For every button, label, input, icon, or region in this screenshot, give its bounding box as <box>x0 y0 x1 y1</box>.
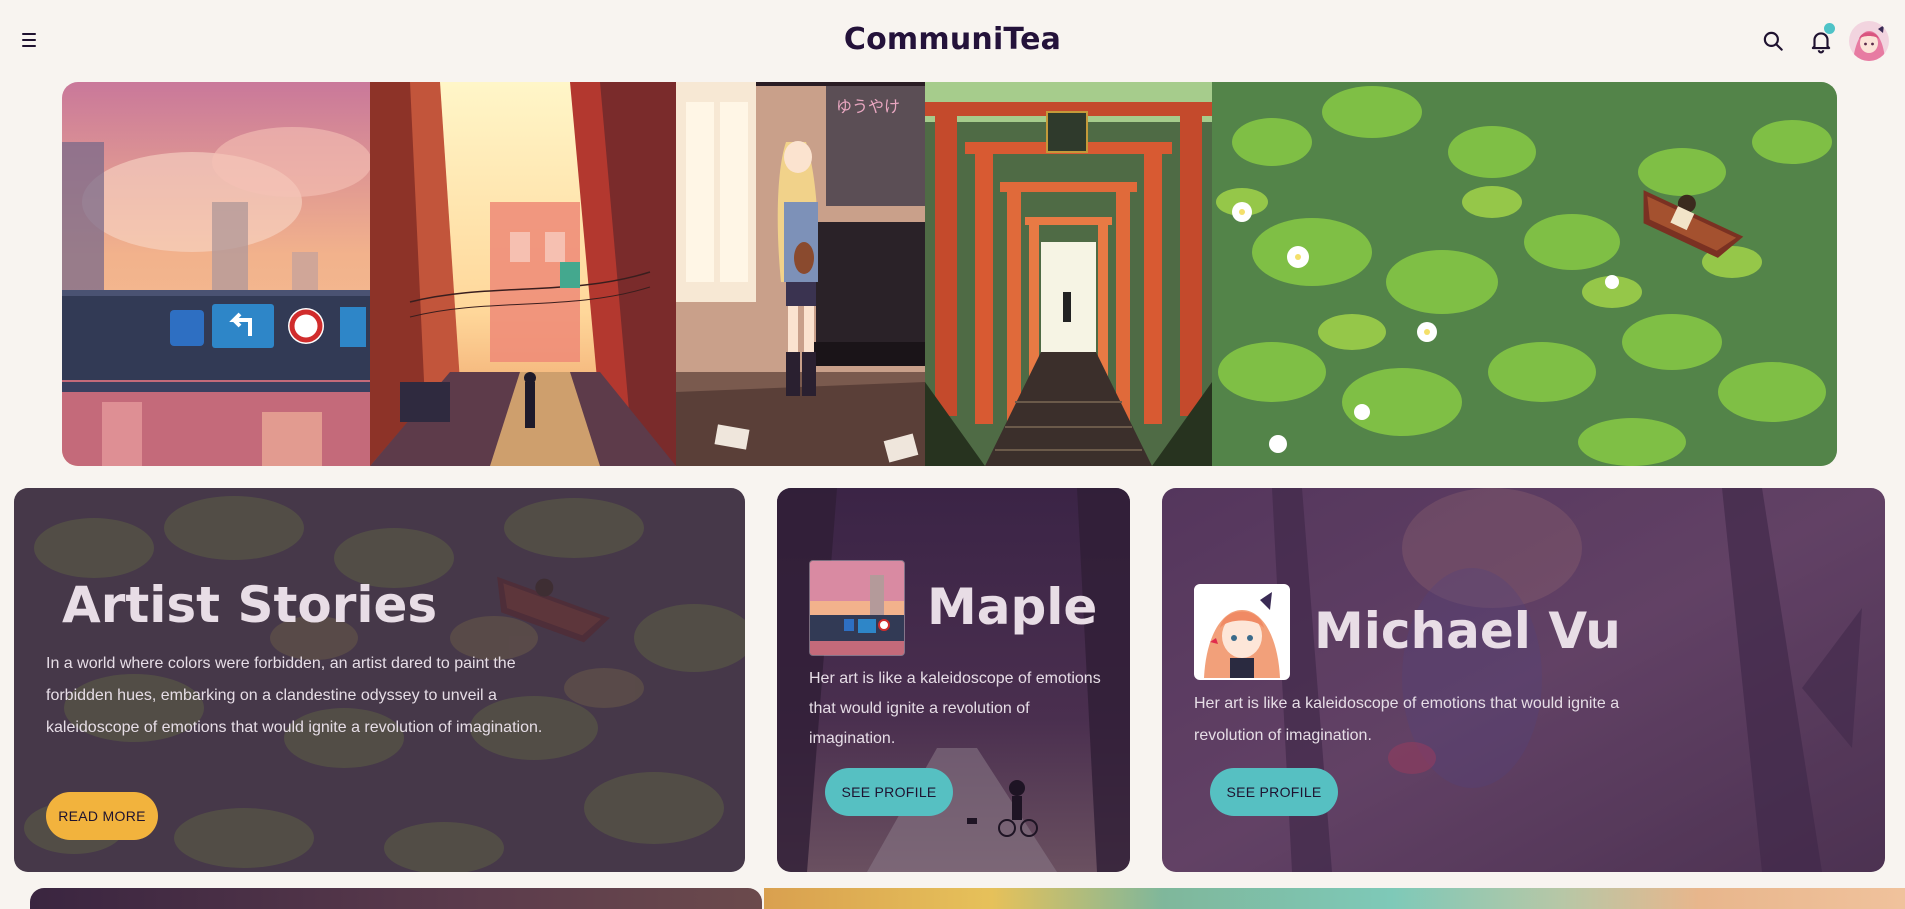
search-icon[interactable] <box>1760 28 1786 54</box>
banner-panel-city-bridge[interactable] <box>62 82 370 466</box>
maple-see-profile-button[interactable]: SEE PROFILE <box>825 768 953 816</box>
stories-description: In a world where colors were forbidden, … <box>46 655 543 736</box>
maple-artist-name: Maple <box>927 578 1098 636</box>
stories-title: Artist Stories <box>62 576 438 634</box>
maple-artwork-thumbnail[interactable] <box>809 560 905 656</box>
banner-panel-music-room[interactable]: ゆうやけ <box>676 82 925 466</box>
brand-logo[interactable]: CommuniTea <box>0 22 1905 57</box>
top-bar: CommuniTea <box>0 0 1905 80</box>
artist-card-michael-vu: Michael Vu Her art is like a kaleidoscop… <box>1162 488 1885 872</box>
michael-vu-artist-name: Michael Vu <box>1314 602 1621 660</box>
read-more-button[interactable]: READ MORE <box>46 792 158 840</box>
maple-description: Her art is like a kaleidoscope of emotio… <box>809 670 1101 747</box>
hero-banner: ゆうやけ <box>62 82 1837 466</box>
michael-vu-see-profile-button[interactable]: SEE PROFILE <box>1210 768 1338 816</box>
banner-panel-lily-pond[interactable] <box>1212 82 1837 466</box>
artist-stories-card: Artist Stories In a world where colors w… <box>14 488 745 872</box>
next-card-partial-left <box>30 888 762 909</box>
svg-text:ゆうやけ: ゆうやけ <box>836 97 900 116</box>
banner-panel-alley[interactable] <box>370 82 676 466</box>
notification-badge <box>1824 23 1835 34</box>
michael-vu-description: Her art is like a kaleidoscope of emotio… <box>1194 695 1620 744</box>
next-banner-partial-right <box>764 888 1905 909</box>
banner-panel-torii-gates[interactable] <box>925 82 1212 466</box>
michael-vu-avatar[interactable] <box>1194 584 1290 680</box>
artist-card-maple: Maple Her art is like a kaleidoscope of … <box>777 488 1130 872</box>
user-avatar[interactable] <box>1849 21 1889 61</box>
